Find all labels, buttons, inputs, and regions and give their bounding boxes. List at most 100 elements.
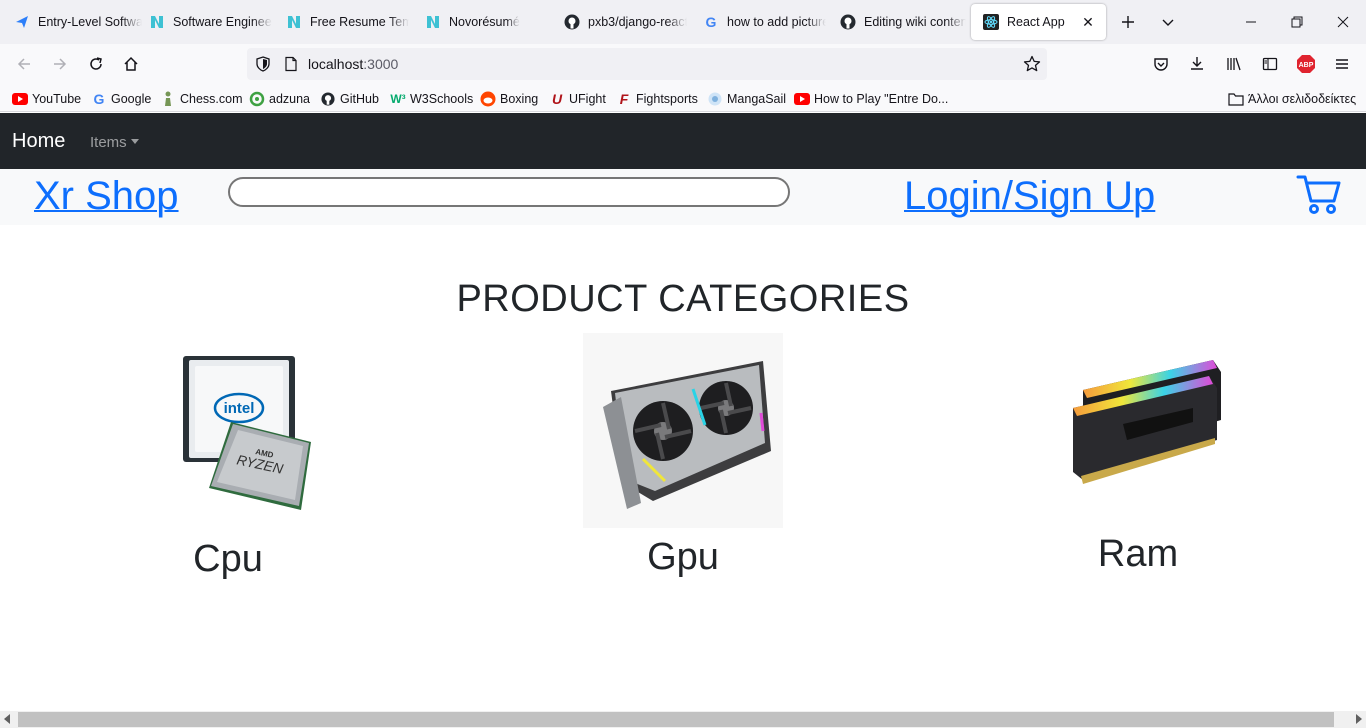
tab-label: how to add picture: [727, 15, 826, 29]
tab-entry-level[interactable]: Entry-Level Software: [2, 4, 142, 40]
fightsports-icon: F: [619, 91, 629, 107]
restore-button[interactable]: [1285, 10, 1309, 34]
adblock-plus-icon[interactable]: ABP: [1294, 52, 1318, 76]
category-card-gpu[interactable]: Gpu: [563, 333, 803, 583]
category-card-cpu[interactable]: intel AMD RYZEN Cpu: [108, 350, 348, 590]
new-tab-button[interactable]: [1116, 10, 1140, 34]
app-navbar: Home Items: [0, 113, 1366, 169]
back-button[interactable]: [12, 52, 36, 76]
tab-label: Novorésumé: [449, 15, 520, 29]
horizontal-scrollbar[interactable]: [0, 711, 1366, 728]
bookmark-star-icon[interactable]: [1023, 55, 1041, 78]
close-window-button[interactable]: [1331, 10, 1355, 34]
library-icon[interactable]: [1222, 52, 1246, 76]
category-label-gpu[interactable]: Gpu: [563, 536, 803, 579]
nav-items-dropdown[interactable]: Items: [90, 134, 139, 151]
bookmark-chess[interactable]: Chess.com: [160, 90, 243, 108]
github-icon: [564, 14, 580, 30]
category-label-ram[interactable]: Ram: [1018, 533, 1258, 576]
tab-strip: Entry-Level Software Software Engineer F…: [0, 0, 1366, 44]
bookmark-adzuna[interactable]: adzuna: [249, 90, 310, 108]
bookmark-google[interactable]: G Google: [91, 90, 152, 108]
bookmark-label: How to Play "Entre Do...: [814, 92, 949, 106]
youtube-icon: [794, 91, 810, 107]
nav-home-link[interactable]: Home: [12, 130, 65, 153]
tab-label: Editing wiki content: [864, 15, 966, 29]
brand-link[interactable]: Xr Shop: [34, 174, 179, 219]
nav-items-label: Items: [90, 134, 127, 151]
forward-button[interactable]: [48, 52, 72, 76]
novoresume-icon: [286, 14, 302, 30]
chess-icon: [160, 91, 176, 107]
tab-react-app[interactable]: React App ✕: [971, 4, 1106, 40]
cpu-image[interactable]: intel AMD RYZEN: [143, 350, 313, 515]
url-port: :3000: [363, 56, 399, 72]
scroll-left-arrow-icon[interactable]: [4, 714, 10, 724]
address-bar[interactable]: localhost:3000: [247, 48, 1047, 80]
caret-down-icon: [130, 139, 139, 144]
svg-text:ABP: ABP: [1299, 62, 1314, 69]
page-info-icon[interactable]: [283, 56, 299, 77]
category-card-ram[interactable]: Ram: [1018, 350, 1258, 590]
bookmark-w3schools[interactable]: W³ W3Schools: [390, 90, 473, 108]
reload-button[interactable]: [84, 52, 108, 76]
bookmark-fightsports[interactable]: F Fightsports: [616, 90, 698, 108]
tab-label: pxb3/django-react: [588, 15, 687, 29]
bookmark-boxing[interactable]: Boxing: [480, 90, 538, 108]
tab-software-engineer[interactable]: Software Engineer: [137, 4, 272, 40]
adzuna-icon: [249, 91, 265, 107]
other-bookmarks[interactable]: Άλλοι σελιδοδείκτες: [1228, 90, 1356, 108]
github-icon: [840, 14, 856, 30]
tab-label: Entry-Level Software: [38, 15, 142, 29]
bookmark-label: Fightsports: [636, 92, 698, 106]
pocket-icon[interactable]: [1149, 52, 1173, 76]
google-icon: G: [93, 91, 105, 107]
svg-text:intel: intel: [224, 400, 255, 417]
tab-github-wiki[interactable]: Editing wiki content: [828, 4, 966, 40]
google-icon: G: [705, 14, 717, 30]
ram-image[interactable]: [1053, 350, 1223, 510]
bookmark-label: W3Schools: [410, 92, 474, 106]
url-text[interactable]: localhost:3000: [308, 56, 398, 72]
youtube-icon: [12, 91, 28, 107]
bookmark-label: Chess.com: [180, 92, 243, 106]
bookmark-label: adzuna: [269, 92, 311, 106]
menu-icon[interactable]: [1330, 52, 1354, 76]
gpu-image[interactable]: [583, 333, 783, 528]
tab-label: Software Engineer: [173, 15, 272, 29]
scroll-right-arrow-icon[interactable]: [1356, 714, 1362, 724]
tab-google-search[interactable]: G how to add picture: [691, 4, 826, 40]
list-tabs-button[interactable]: [1156, 10, 1180, 34]
bookmark-mangasail[interactable]: MangaSail: [707, 90, 786, 108]
sidebar-icon[interactable]: [1258, 52, 1282, 76]
bookmark-label: GitHub: [340, 92, 379, 106]
bookmark-github[interactable]: GitHub: [320, 90, 379, 108]
close-tab-icon[interactable]: ✕: [1080, 14, 1096, 30]
login-signup-link[interactable]: Login/Sign Up: [904, 174, 1155, 219]
search-input[interactable]: [228, 177, 790, 207]
bookmark-label: UFight: [569, 92, 606, 106]
tab-github-django[interactable]: pxb3/django-react: [552, 4, 687, 40]
bookmark-label: Boxing: [500, 92, 539, 106]
cart-icon[interactable]: [1296, 173, 1342, 215]
bookmark-label: Google: [111, 92, 152, 106]
paper-plane-icon: [14, 14, 30, 30]
bookmark-ufight[interactable]: U UFight: [549, 90, 606, 108]
bookmark-entre-dos[interactable]: How to Play "Entre Do...: [794, 90, 948, 108]
reddit-icon: [480, 91, 496, 107]
novoresume-icon: [149, 14, 165, 30]
other-bookmarks-label: Άλλοι σελιδοδείκτες: [1248, 92, 1357, 106]
url-host: localhost: [308, 56, 364, 72]
tracking-protection-shield-icon[interactable]: [255, 56, 271, 77]
shop-header: Xr Shop Login/Sign Up: [0, 169, 1366, 225]
tab-novoresume[interactable]: Novorésumé: [413, 4, 548, 40]
scrollbar-thumb[interactable]: [18, 712, 1334, 727]
tab-free-resume[interactable]: Free Resume Templates: [274, 4, 409, 40]
home-button[interactable]: [119, 52, 143, 76]
tab-label: React App: [1007, 15, 1065, 29]
bookmark-youtube[interactable]: YouTube: [12, 90, 81, 108]
bookmarks-toolbar: YouTube G Google Chess.com adzuna GitHub…: [0, 84, 1366, 112]
downloads-icon[interactable]: [1185, 52, 1209, 76]
minimize-button[interactable]: [1239, 10, 1263, 34]
category-label-cpu[interactable]: Cpu: [108, 538, 348, 581]
